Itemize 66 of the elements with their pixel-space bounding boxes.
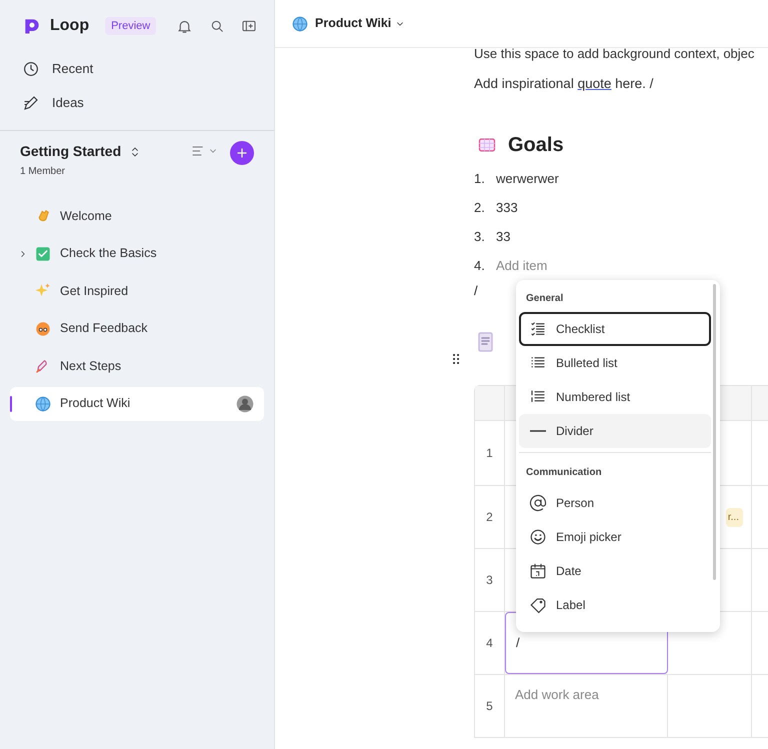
checklist-icon xyxy=(529,320,547,338)
menu-item[interactable]: Emoji picker xyxy=(519,520,711,554)
globe-icon xyxy=(291,14,309,32)
list-item: Add item xyxy=(496,256,548,274)
list-number: 2. xyxy=(474,198,486,216)
page-title: Check the Basics xyxy=(60,245,157,262)
row-number: 1 xyxy=(486,445,493,462)
page-title: Product Wiki xyxy=(60,395,130,412)
menu-item[interactable]: Date xyxy=(519,554,711,588)
page-title-button[interactable]: Product Wiki xyxy=(315,14,406,33)
app-name: Loop xyxy=(50,16,90,36)
page-item[interactable]: Check the Basics xyxy=(10,236,264,270)
search-icon xyxy=(209,18,226,34)
row-number: 4 xyxy=(486,635,493,652)
at-sign-icon xyxy=(529,494,547,512)
menu-section-label: Communication xyxy=(526,466,602,480)
workspace-title: Getting Started xyxy=(20,142,122,161)
clock-icon xyxy=(22,60,40,78)
goals-heading: Goals xyxy=(508,132,564,158)
page-item[interactable]: Next Steps xyxy=(10,349,264,383)
slash-text: / xyxy=(474,282,478,300)
add-button[interactable] xyxy=(230,141,254,165)
plus-icon xyxy=(236,147,248,159)
selection-indicator xyxy=(10,396,12,412)
list-item: werwerwer xyxy=(496,170,559,188)
list-number: 3. xyxy=(474,228,486,246)
face-icon xyxy=(34,320,52,338)
page-title: Get Inspired xyxy=(60,282,128,300)
page-title: Send Feedback xyxy=(60,320,148,338)
smiley-icon xyxy=(529,528,547,546)
globe-icon xyxy=(34,394,52,412)
list-number: 1. xyxy=(474,170,486,188)
menu-item[interactable]: Person xyxy=(519,486,711,520)
menu-item[interactable]: Divider xyxy=(519,414,711,448)
page-item[interactable]: Product Wiki xyxy=(10,386,264,420)
list-item: 333 xyxy=(496,198,518,216)
menu-item[interactable]: Checklist xyxy=(519,312,711,346)
row-number: 5 xyxy=(486,698,493,716)
nav-item[interactable]: Recent xyxy=(0,52,274,86)
tag-icon xyxy=(529,596,547,614)
intro-text: Use this space to add background context, objec xyxy=(474,45,754,63)
list-item: 33 xyxy=(496,228,510,246)
menu-item[interactable]: Numbered list xyxy=(519,380,711,414)
divider-icon xyxy=(530,430,546,432)
list-number: 4. xyxy=(474,256,486,274)
page-title: Next Steps xyxy=(60,358,122,375)
page-item[interactable]: Send Feedback xyxy=(10,312,264,346)
member-count: 1 Member xyxy=(20,165,66,179)
row-number: 3 xyxy=(486,572,493,590)
nav-item[interactable]: Ideas xyxy=(0,86,274,120)
pencil-icon xyxy=(22,94,40,112)
menu-section-label: General xyxy=(526,292,564,306)
panel-icon xyxy=(241,18,258,34)
page-item[interactable]: Get Inspired xyxy=(10,274,264,308)
quote-text: Add inspirational quote here. / xyxy=(474,74,654,93)
avatar-icon xyxy=(236,394,254,412)
preview-badge: Preview xyxy=(105,16,156,36)
table-cell[interactable]: Add work area xyxy=(505,675,668,738)
menu-item[interactable]: Bulleted list xyxy=(519,346,711,380)
page-item[interactable]: Welcome xyxy=(10,199,264,233)
drag-handle-icon xyxy=(452,353,460,366)
calendar-icon xyxy=(529,562,547,580)
page-title: Welcome xyxy=(60,208,112,225)
checkbox-icon xyxy=(34,244,52,262)
row-number: 2 xyxy=(486,509,493,526)
tag: r... xyxy=(726,508,743,527)
